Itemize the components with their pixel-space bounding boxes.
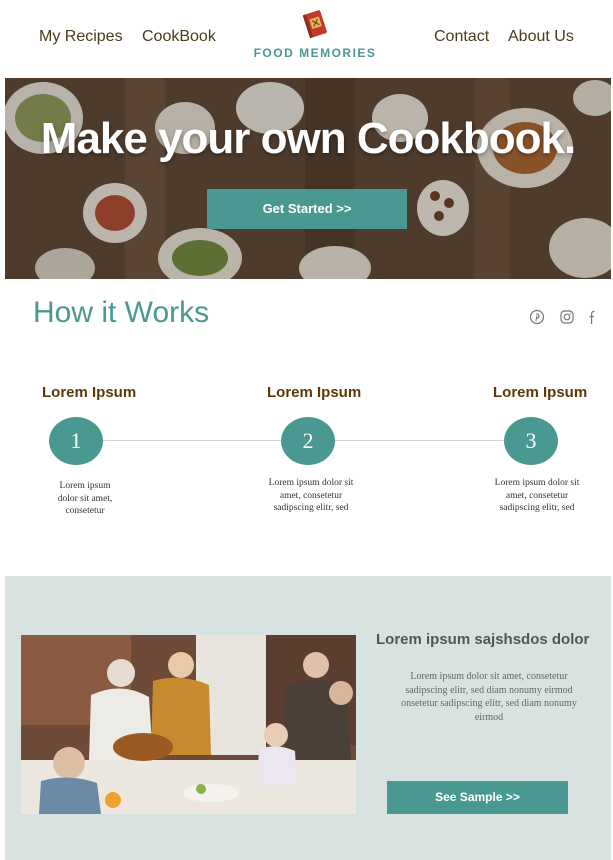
facebook-icon[interactable]	[587, 309, 597, 325]
nav-about-us[interactable]: About Us	[508, 28, 574, 46]
step-heading: Lorem Ipsum	[42, 384, 137, 401]
logo-text: FOOD MEMORIES	[253, 46, 377, 60]
step-number-circle: 2	[281, 417, 335, 465]
step-number-circle: 3	[504, 417, 558, 465]
step-heading: Lorem Ipsum	[493, 384, 588, 401]
see-sample-button[interactable]: See Sample >>	[387, 781, 568, 814]
step-description: Lorem ipsum dolor sit amet, consetetur s…	[494, 478, 580, 513]
step-number-circle: 1	[49, 417, 103, 465]
sample-section: Lorem ipsum sajshsdos dolor Lorem ipsum …	[5, 576, 611, 860]
logo[interactable]: FOOD MEMORIES	[245, 10, 385, 64]
sample-heading: Lorem ipsum sajshsdos dolor	[376, 631, 590, 648]
cookbook-logo-icon	[302, 10, 327, 38]
sample-description: Lorem ipsum dolor sit amet, consetetur s…	[401, 671, 577, 723]
nav-my-recipes[interactable]: My Recipes	[39, 28, 123, 46]
page: My Recipes CookBook FOOD MEMORIES Contac…	[5, 0, 611, 860]
hero-overlay	[5, 78, 611, 279]
hero-banner: Make your own Cookbook. Get Started >>	[5, 78, 611, 279]
step-description: Lorem ipsum dolor sit amet, consetetur	[57, 481, 113, 516]
step-description: Lorem ipsum dolor sit amet, consetetur s…	[268, 478, 354, 513]
hero-title: Make your own Cookbook.	[40, 114, 576, 163]
pinterest-icon[interactable]	[529, 309, 545, 325]
step-heading: Lorem Ipsum	[267, 384, 362, 401]
how-it-works-title: How it Works	[33, 296, 210, 329]
instagram-icon[interactable]	[559, 309, 575, 325]
nav-contact[interactable]: Contact	[434, 28, 489, 46]
site-header: My Recipes CookBook FOOD MEMORIES Contac…	[5, 0, 611, 78]
family-dinner-photo	[21, 635, 356, 814]
nav-cookbook[interactable]: CookBook	[142, 28, 216, 46]
get-started-button[interactable]: Get Started >>	[207, 189, 407, 229]
